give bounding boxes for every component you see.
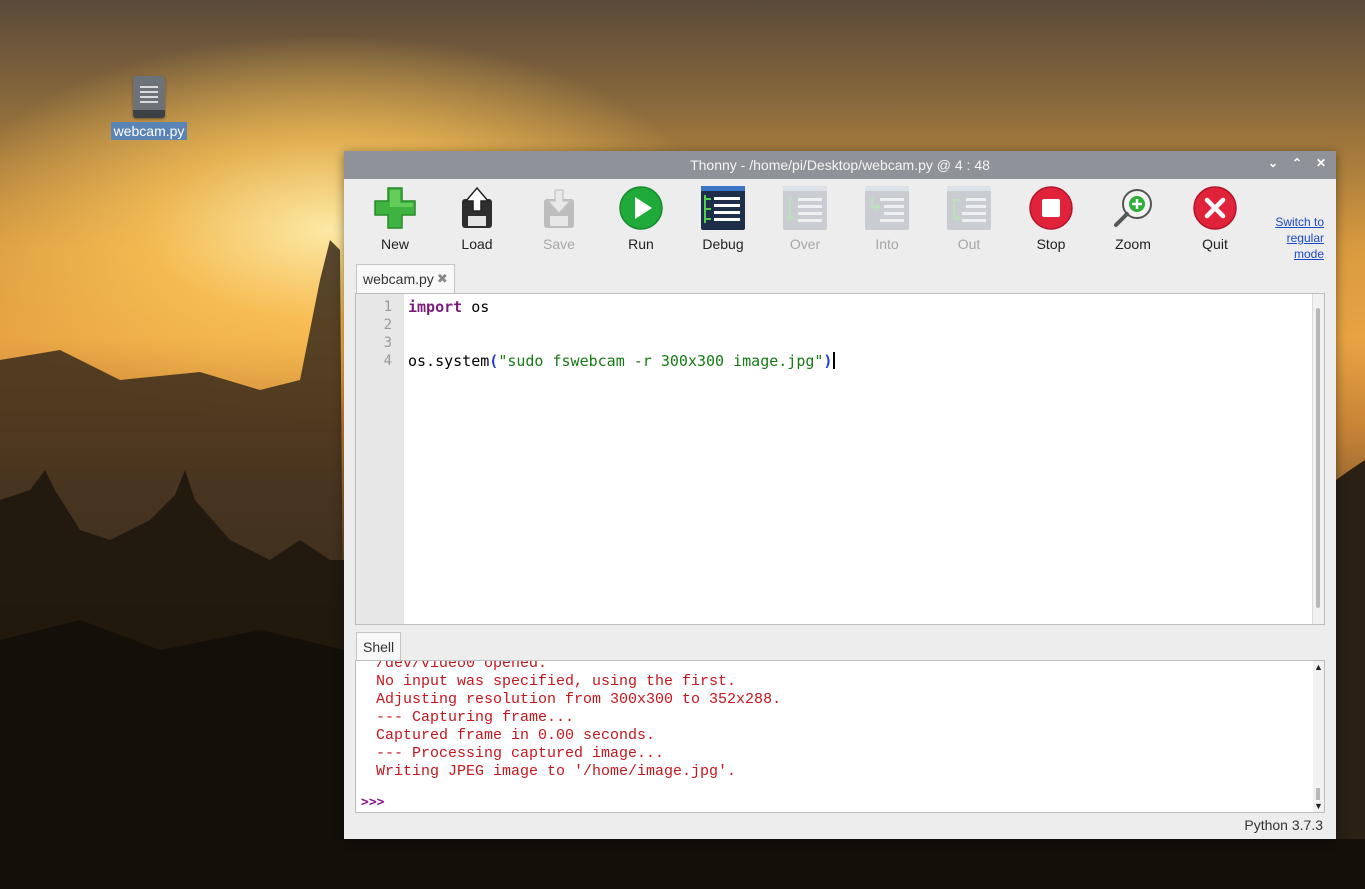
step-over-icon bbox=[782, 185, 828, 231]
shell-panel[interactable]: /dev/video0 opened. No input was specifi… bbox=[355, 660, 1325, 813]
close-tab-icon[interactable]: ✖ bbox=[437, 271, 448, 287]
step-out-button[interactable]: Out bbox=[939, 185, 999, 252]
line-number: 2 bbox=[383, 317, 392, 333]
save-button[interactable]: Save bbox=[529, 185, 589, 252]
code-line: 1 import os bbox=[356, 298, 835, 316]
shell-tab-label: Shell bbox=[363, 639, 395, 655]
zoom-label: Zoom bbox=[1115, 236, 1151, 252]
text-file-icon bbox=[133, 76, 165, 118]
open-paren: ( bbox=[489, 352, 499, 370]
scroll-down-icon[interactable]: ▼ bbox=[1314, 801, 1323, 811]
shell-scrollbar[interactable]: ▲ ▼ bbox=[1313, 661, 1324, 812]
string-literal: "sudo fswebcam -r 300x300 image.jpg" bbox=[498, 352, 824, 370]
interpreter-status[interactable]: Python 3.7.3 bbox=[1244, 817, 1323, 833]
zoom-button[interactable]: Zoom bbox=[1103, 185, 1163, 252]
run-icon bbox=[618, 185, 664, 231]
load-button[interactable]: Load bbox=[447, 185, 507, 252]
editor-scrollbar[interactable] bbox=[1312, 294, 1324, 624]
thonny-window: Thonny - /home/pi/Desktop/webcam.py @ 4 … bbox=[344, 151, 1336, 839]
scroll-up-icon[interactable]: ▲ bbox=[1314, 662, 1323, 672]
new-file-icon bbox=[372, 185, 418, 231]
shell-output-line: No input was specified, using the first. bbox=[376, 673, 737, 690]
save-icon bbox=[536, 185, 582, 231]
quit-icon bbox=[1192, 185, 1238, 231]
toolbar: New Load Save Run Debug Over Into Out St… bbox=[344, 179, 1336, 262]
step-into-button[interactable]: Into bbox=[857, 185, 917, 252]
tab-webcam-py[interactable]: webcam.py ✖ bbox=[356, 264, 455, 293]
quit-label: Quit bbox=[1202, 236, 1228, 252]
window-title: Thonny - /home/pi/Desktop/webcam.py @ 4 … bbox=[690, 157, 990, 173]
stop-icon bbox=[1028, 185, 1074, 231]
keyword-import: import bbox=[408, 298, 463, 316]
line-number: 3 bbox=[383, 335, 392, 351]
debug-label: Debug bbox=[702, 236, 744, 252]
out-label: Out bbox=[957, 236, 981, 252]
over-label: Over bbox=[789, 236, 821, 252]
text-cursor bbox=[833, 352, 836, 369]
debug-icon bbox=[700, 185, 746, 231]
load-icon bbox=[454, 185, 500, 231]
tab-shell[interactable]: Shell bbox=[356, 632, 402, 661]
shell-prompt[interactable]: >>> bbox=[361, 795, 384, 810]
stop-label: Stop bbox=[1036, 236, 1066, 252]
shell-output-line: Writing JPEG image to '/home/image.jpg'. bbox=[376, 763, 737, 780]
maximize-button[interactable]: ⌃ bbox=[1290, 156, 1304, 170]
code-line: 3 bbox=[356, 334, 835, 352]
shell-output-line: Captured frame in 0.00 seconds. bbox=[376, 727, 656, 744]
code-line: 4 os.system("sudo fswebcam -r 300x300 im… bbox=[356, 352, 836, 370]
code-text: os bbox=[462, 298, 490, 316]
shell-output-line: /dev/video0 opened. bbox=[376, 660, 548, 672]
shell-output-line: --- Processing captured image... bbox=[376, 745, 665, 762]
switch-link-line3: mode bbox=[1293, 247, 1324, 261]
new-label: New bbox=[380, 236, 409, 252]
tab-label: webcam.py bbox=[363, 271, 434, 287]
switch-link-line1: Switch to bbox=[1275, 215, 1324, 229]
into-label: Into bbox=[875, 236, 899, 252]
new-button[interactable]: New bbox=[365, 185, 425, 252]
step-into-icon bbox=[864, 185, 910, 231]
zoom-icon bbox=[1110, 185, 1156, 231]
debug-button[interactable]: Debug bbox=[693, 185, 753, 252]
code-text: os.system bbox=[408, 352, 490, 370]
quit-button[interactable]: Quit bbox=[1185, 185, 1245, 252]
code-line: 2 bbox=[356, 316, 835, 334]
desktop-icon-webcam[interactable]: webcam.py bbox=[108, 76, 190, 140]
close-paren: ) bbox=[823, 352, 833, 370]
desktop-icon-label: webcam.py bbox=[110, 122, 188, 140]
switch-link-line2: regular bbox=[1286, 231, 1324, 245]
code-editor[interactable]: 1 import os 2 3 4 os.system("sudo fswebc… bbox=[355, 293, 1325, 625]
step-over-button[interactable]: Over bbox=[775, 185, 835, 252]
close-button[interactable]: ✕ bbox=[1314, 156, 1328, 170]
title-bar[interactable]: Thonny - /home/pi/Desktop/webcam.py @ 4 … bbox=[344, 151, 1336, 179]
step-out-icon bbox=[946, 185, 992, 231]
line-number: 1 bbox=[383, 299, 392, 315]
save-label: Save bbox=[543, 236, 575, 252]
line-number: 4 bbox=[383, 353, 392, 369]
run-button[interactable]: Run bbox=[611, 185, 671, 252]
shell-output-line: Adjusting resolution from 300x300 to 352… bbox=[376, 691, 782, 708]
stop-button[interactable]: Stop bbox=[1021, 185, 1081, 252]
load-label: Load bbox=[461, 236, 493, 252]
shell-output-line: --- Capturing frame... bbox=[376, 709, 575, 726]
run-label: Run bbox=[628, 236, 654, 252]
switch-to-regular-mode-link[interactable]: Switch to regular mode bbox=[1264, 214, 1324, 262]
minimize-button[interactable]: ⌄ bbox=[1266, 156, 1280, 170]
